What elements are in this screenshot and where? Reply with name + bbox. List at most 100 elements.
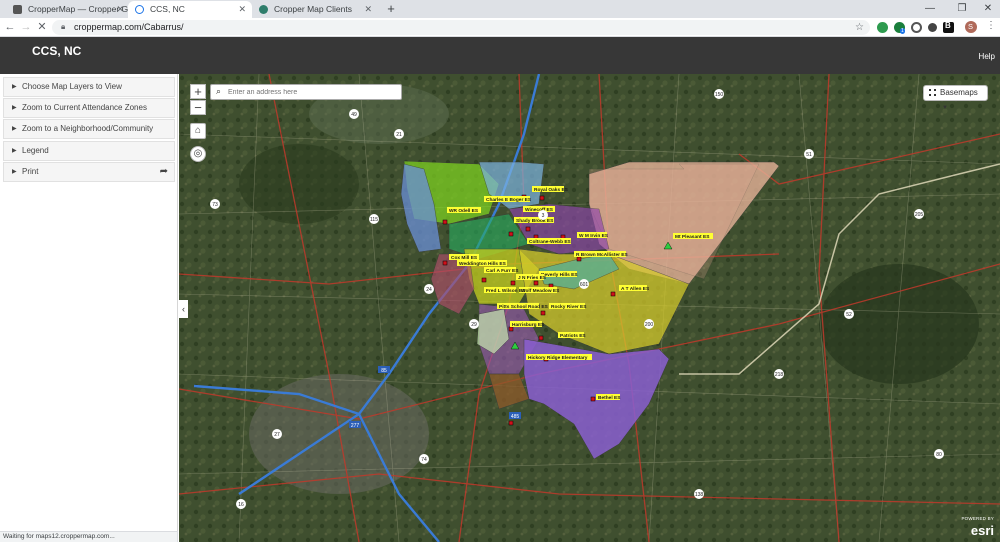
route-shield: 115 (370, 217, 378, 223)
school-label: Harrisburg ES (512, 322, 545, 328)
sidebar-item-legend[interactable]: ▶ Legend (3, 141, 175, 161)
route-shield: 85 (381, 368, 387, 374)
map-view[interactable]: Royal Oaks ES Charles E Boger ES WR Odel… (179, 74, 1000, 542)
route-shield: 138 (695, 492, 704, 498)
bookmark-star-icon[interactable]: ☆ (855, 20, 864, 35)
caret-right-icon: ▶ (12, 84, 17, 90)
browser-toolbar: ← → ✕ 🔒︎ croppermap.com/Cabarrus/ ☆ 1 B … (0, 18, 1000, 37)
school-label: Beverly Hills ES (541, 272, 578, 278)
help-link[interactable]: Help (979, 52, 995, 61)
tab-ccs-nc[interactable]: CCS, NC ✕ (128, 1, 252, 18)
sidebar-item-neighborhood[interactable]: ▶ Zoom to a Neighborhood/Community (3, 119, 175, 139)
search-icon: ⌕ (216, 86, 222, 96)
minimize-button[interactable]: — (916, 1, 944, 17)
caret-right-icon: ▶ (12, 126, 17, 132)
route-shield: 49 (351, 112, 357, 118)
esri-logo: POWERED BY esri (961, 513, 994, 537)
school-label: Carl A Furr ES (486, 268, 519, 274)
route-shield: 218 (775, 372, 784, 378)
cube-icon (13, 5, 22, 14)
caret-right-icon: ▶ (12, 169, 17, 175)
address-search[interactable]: ⌕ (210, 84, 402, 100)
menu-kebab-icon[interactable]: ⋮ (986, 20, 996, 31)
school-label: Royal Oaks ES (534, 187, 569, 193)
route-shield: 27 (274, 432, 280, 438)
sidebar: ▶ Choose Map Layers to View ▶ Zoom to Cu… (0, 74, 178, 532)
window-close-button[interactable]: ✕ (974, 1, 1000, 17)
app-header: CCS, NC Help (0, 37, 1000, 74)
close-icon[interactable]: ✕ (238, 1, 246, 18)
page-title: CCS, NC (32, 44, 82, 58)
profile-initial: S (968, 22, 974, 31)
sidebar-item-attendance-zones[interactable]: ▶ Zoom to Current Attendance Zones (3, 98, 175, 118)
tab-cropper-map-clients[interactable]: Cropper Map Clients ✕ (252, 1, 378, 18)
loading-icon (135, 5, 144, 14)
school-label: Mt Pleasant ES (675, 234, 710, 240)
sidebar-item-label: Zoom to a Neighborhood/Community (22, 124, 154, 133)
satellite-basemap[interactable]: Royal Oaks ES Charles E Boger ES WR Odel… (179, 74, 1000, 542)
address-bar[interactable]: 🔒︎ croppermap.com/Cabarrus/ ☆ (52, 20, 870, 35)
tab-croppermap[interactable]: CropperMap — Cropper GIS ✕ (6, 1, 130, 18)
school-label: J N Fries ES (518, 275, 547, 281)
route-shield: 51 (806, 152, 812, 158)
route-shield: 601 (580, 282, 589, 288)
school-label: Weddington Hills ES (459, 261, 507, 267)
route-shield: 205 (915, 212, 924, 218)
route-shield: 74 (421, 457, 427, 463)
caret-right-icon: ▶ (12, 148, 17, 154)
forward-button[interactable]: → (19, 20, 33, 34)
address-search-input[interactable] (228, 86, 398, 98)
tab-title: Cropper Map Clients (274, 4, 352, 14)
close-icon[interactable]: ✕ (116, 1, 124, 18)
route-shield: 52 (846, 312, 852, 318)
route-shield: 73 (212, 202, 218, 208)
school-label: Coltrane-Webb ES (529, 239, 572, 245)
extension-badge: 1 (900, 28, 905, 34)
school-label: Cox Mill ES (451, 255, 478, 261)
esri-wordmark: esri (970, 523, 994, 538)
extension-circle-icon[interactable] (911, 22, 922, 33)
school-label: Hickory Ridge Elementary (528, 355, 588, 361)
sidebar-item-map-layers[interactable]: ▶ Choose Map Layers to View (3, 77, 175, 97)
caret-down-icon: ▼ (942, 105, 948, 111)
sidebar-item-label: Zoom to Current Attendance Zones (22, 103, 147, 112)
locate-button[interactable]: ◎ (190, 146, 206, 162)
sidebar-item-label: Print (22, 167, 39, 176)
zoom-out-button[interactable]: − (190, 100, 206, 115)
url-text[interactable]: croppermap.com/Cabarrus/ (74, 20, 184, 35)
school-label: Bethel ES (598, 395, 621, 401)
status-bar: Waiting for maps12.croppermap.com... (0, 531, 178, 542)
school-label: W M Irvin ES (579, 233, 609, 239)
zoom-in-button[interactable]: + (190, 84, 206, 99)
close-icon[interactable]: ✕ (364, 1, 372, 18)
collapse-sidebar-button[interactable]: ‹ (179, 300, 188, 318)
grid-icon (929, 89, 936, 96)
school-label: Rocky River ES (551, 304, 587, 310)
share-arrow-icon[interactable]: ➦ (160, 163, 168, 181)
caret-right-icon: ▶ (12, 105, 17, 111)
route-shield: 3 (542, 213, 545, 219)
tab-title: CCS, NC (150, 4, 185, 14)
sidebar-item-print[interactable]: ▶ Print ➦ (3, 162, 175, 182)
locate-icon: ◎ (193, 148, 203, 159)
home-button[interactable]: ⌂ (190, 123, 206, 139)
route-shield: 150 (715, 92, 724, 98)
maximize-button[interactable]: ❐ (948, 1, 976, 17)
new-tab-button[interactable]: + (384, 1, 398, 17)
school-label: Pitts School Road ES (499, 304, 549, 310)
route-shield: 485 (511, 414, 520, 420)
extension-dark-icon[interactable] (928, 23, 937, 32)
back-button[interactable]: ← (3, 20, 17, 34)
basemaps-button[interactable]: Basemaps ▼ (923, 85, 988, 111)
stop-loading-button[interactable]: ✕ (35, 20, 49, 34)
sidebar-item-label: Legend (22, 146, 49, 155)
home-icon: ⌂ (194, 125, 202, 136)
route-shield: 16 (238, 502, 244, 508)
school-label: Fred L Wilson ES (486, 288, 526, 294)
extension-b-label: B (945, 21, 951, 30)
chevron-left-icon: ‹ (182, 304, 185, 314)
extension-check-icon[interactable] (877, 22, 888, 33)
lock-icon[interactable]: 🔒︎ (61, 22, 65, 32)
route-shield: 200 (645, 322, 654, 328)
route-shield: 80 (936, 452, 942, 458)
